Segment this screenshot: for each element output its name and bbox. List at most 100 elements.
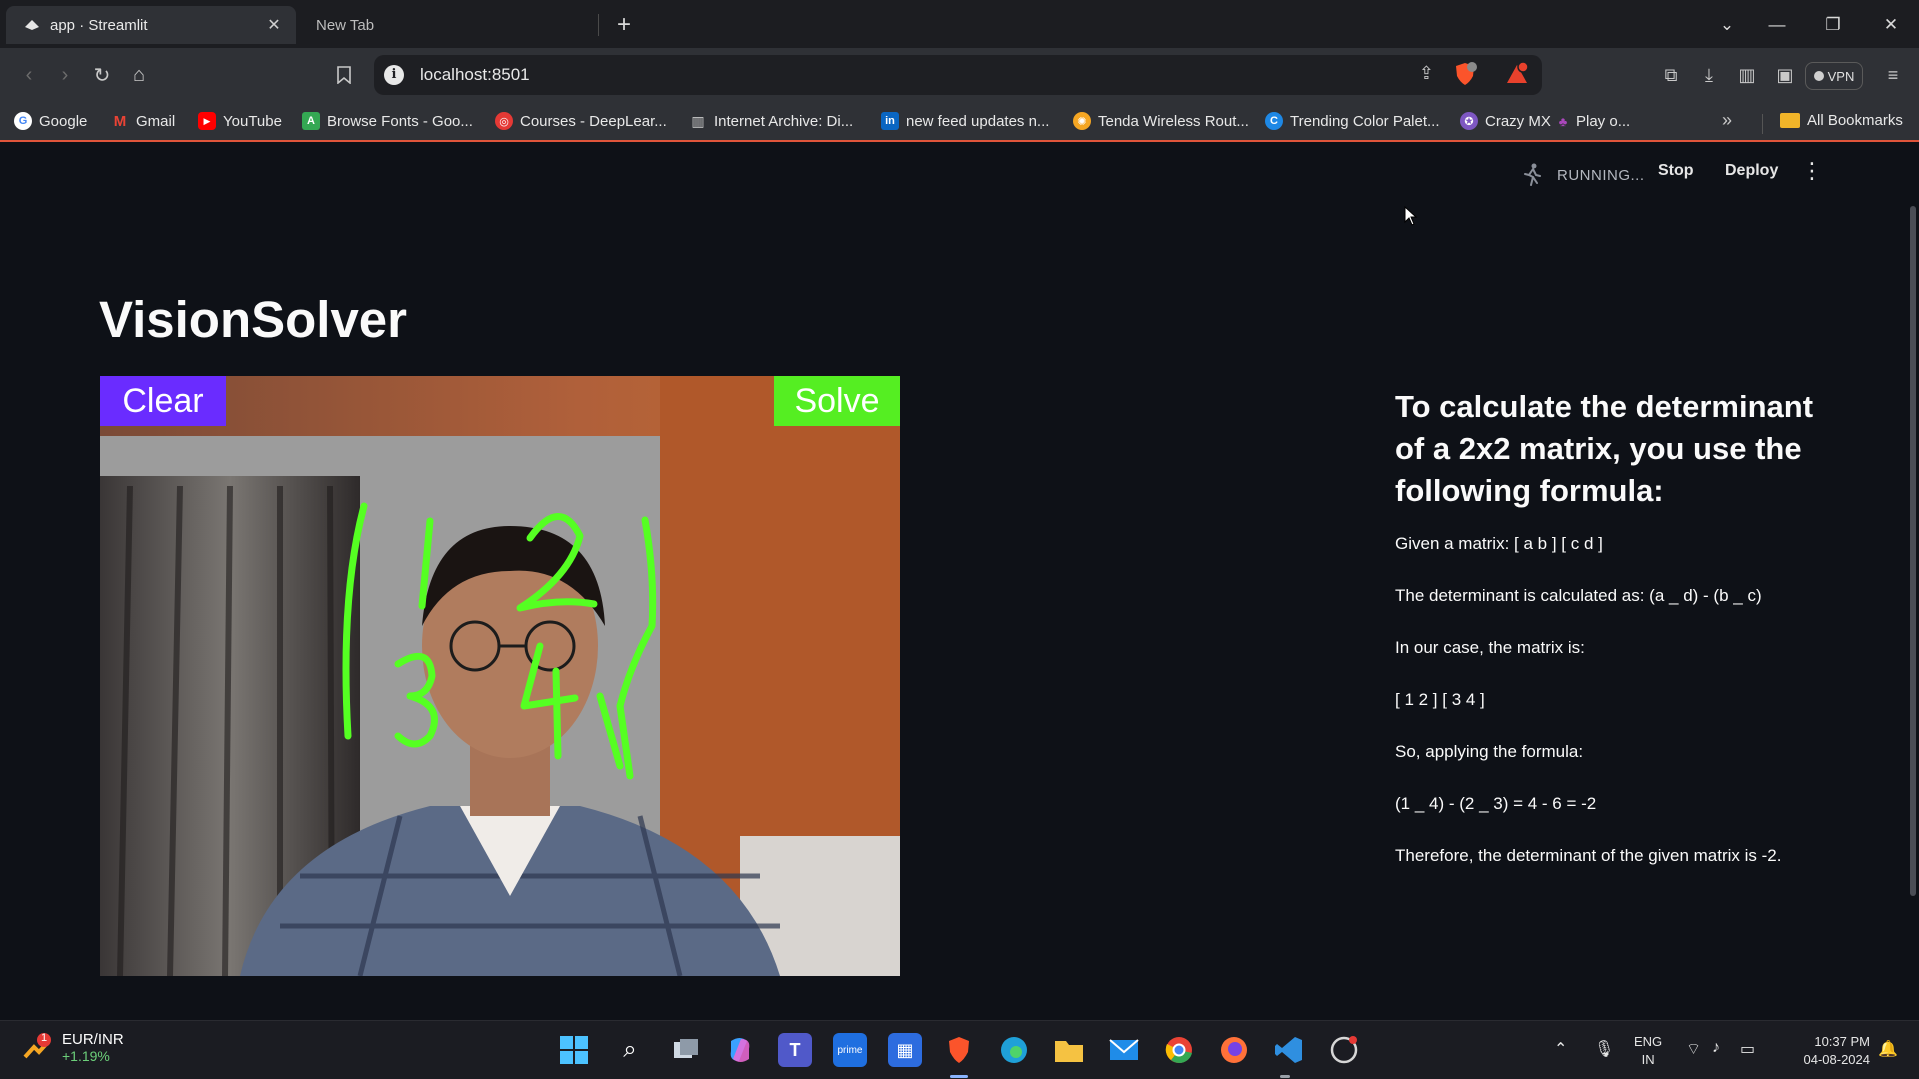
restore-icon[interactable]: ❐ <box>1818 10 1848 40</box>
running-app-indicator <box>1280 1075 1290 1078</box>
site-info-icon[interactable]: i <box>384 65 404 85</box>
share-icon[interactable]: ⇪ <box>1419 63 1434 84</box>
vscode-icon[interactable] <box>1272 1033 1306 1067</box>
solution-line: Given a matrix: [ a b ] [ c d ] <box>1395 534 1603 553</box>
bookmark-youtube[interactable]: ▶ YouTube <box>198 112 282 130</box>
address-bar[interactable]: i localhost:8501 ⇪ <box>374 55 1542 95</box>
deeplearning-icon: ◎ <box>495 112 513 130</box>
new-tab-icon[interactable]: + <box>611 12 637 38</box>
solution-line: So, applying the formula: <box>1395 742 1584 761</box>
tab-title: New Tab <box>316 16 375 34</box>
streamlit-icon <box>24 17 40 33</box>
bookmark-label: Tenda Wireless Rout... <box>1098 112 1249 130</box>
linkedin-icon: in <box>881 112 899 130</box>
brave-shields-icon[interactable] <box>1452 61 1478 87</box>
bookmark-play[interactable]: ♣ Play o... <box>1554 112 1630 130</box>
extensions-icon[interactable]: ⧉ <box>1656 60 1686 90</box>
bookmark-deeplearning[interactable]: ◎ Courses - DeepLear... <box>495 112 667 130</box>
chrome-icon[interactable] <box>1162 1033 1196 1067</box>
solve-button[interactable]: Solve <box>774 376 900 426</box>
back-icon[interactable]: ‹ <box>14 60 44 90</box>
bookmark-label: Trending Color Palet... <box>1290 112 1440 130</box>
ticker-badge: 1 <box>40 1031 48 1044</box>
clock-date: 04-08-2024 <box>1803 1052 1871 1067</box>
menu-icon[interactable]: ≡ <box>1878 60 1908 90</box>
tab-search-chevron-icon[interactable]: ⌄ <box>1712 10 1742 40</box>
bookmark-label: new feed updates n... <box>906 112 1050 130</box>
tab-streamlit-app[interactable]: app · Streamlit ✕ <box>6 6 296 44</box>
windows-start-icon[interactable] <box>557 1033 591 1067</box>
obs-icon[interactable] <box>1327 1033 1361 1067</box>
clear-button[interactable]: Clear <box>100 376 226 426</box>
bookmark-gmail[interactable]: M Gmail <box>111 112 175 130</box>
bookmark-label: Google <box>39 112 88 130</box>
forward-icon[interactable]: › <box>50 60 80 90</box>
wifi-icon[interactable]: ⌔ <box>1686 1039 1701 1059</box>
webcam-canvas[interactable]: Clear Solve <box>100 376 900 976</box>
gmail-icon: M <box>113 112 127 130</box>
copilot-icon[interactable] <box>723 1033 757 1067</box>
brave-browser-icon[interactable] <box>942 1033 976 1067</box>
mail-icon[interactable] <box>1107 1033 1141 1067</box>
close-tab-icon[interactable]: ✕ <box>264 15 284 35</box>
download-icon[interactable]: ⤓ <box>1694 60 1724 90</box>
notifications-bell-icon[interactable]: 🔔 <box>1878 1039 1898 1059</box>
streamlit-page: RUNNING... Stop Deploy ⋮ VisionSolver Cl… <box>0 144 1919 1020</box>
stock-ticker-widget[interactable]: 1 EUR/INR +1.19% <box>22 1031 124 1064</box>
teams-icon[interactable]: T <box>778 1033 812 1067</box>
url-text[interactable]: localhost:8501 <box>420 65 530 85</box>
store-icon[interactable]: ▦ <box>888 1033 922 1067</box>
bookmarks-overflow-icon[interactable]: » <box>1722 110 1732 131</box>
tab-title: app · Streamlit <box>50 16 148 34</box>
close-window-icon[interactable]: ✕ <box>1876 10 1906 40</box>
ticker-icon: 1 <box>22 1031 52 1063</box>
search-icon[interactable]: ⌕ <box>613 1033 647 1067</box>
tab-divider <box>598 14 599 36</box>
page-scrollbar[interactable] <box>1910 206 1916 896</box>
file-explorer-icon[interactable] <box>1052 1033 1086 1067</box>
vpn-button[interactable]: VPN <box>1805 62 1863 90</box>
microphone-icon[interactable]: 🎙 <box>1594 1039 1614 1059</box>
firefox-icon[interactable] <box>1217 1033 1251 1067</box>
solution-line: [ 1 2 ] [ 3 4 ] <box>1395 690 1485 709</box>
active-app-indicator <box>950 1075 968 1078</box>
minimize-icon[interactable]: — <box>1762 10 1792 40</box>
bookmark-google-fonts[interactable]: A Browse Fonts - Goo... <box>302 112 473 130</box>
solution-line: In our case, the matrix is: <box>1395 638 1585 657</box>
bookmark-coolors[interactable]: C Trending Color Palet... <box>1265 112 1440 130</box>
show-hidden-icons-chevron-icon[interactable]: ⌃ <box>1554 1039 1567 1059</box>
solution-line: The determinant is calculated as: (a _ d… <box>1395 586 1762 605</box>
all-bookmarks-folder[interactable]: All Bookmarks <box>1780 112 1903 129</box>
windows-taskbar: 1 EUR/INR +1.19% ⌕ T prime ▦ ⌃ 🎙 ENG IN … <box>0 1020 1919 1079</box>
language-code: ENG <box>1634 1034 1663 1049</box>
running-man-icon <box>1519 162 1545 188</box>
tab-new-tab[interactable]: New Tab <box>304 6 599 44</box>
home-icon[interactable]: ⌂ <box>124 60 154 90</box>
webcam-frame <box>100 376 900 976</box>
bookmark-linkedin[interactable]: in new feed updates n... <box>881 112 1049 130</box>
bookmark-google[interactable]: G Google <box>14 112 87 130</box>
google-icon: G <box>14 112 32 130</box>
volume-icon[interactable]: ♪ <box>1712 1039 1720 1057</box>
edge-icon[interactable] <box>997 1033 1031 1067</box>
sidebar-icon[interactable]: ▥ <box>1732 60 1762 90</box>
brave-rewards-icon[interactable] <box>1504 61 1530 87</box>
main-menu-icon[interactable]: ⋮ <box>1801 158 1823 184</box>
wallet-icon[interactable]: ▣ <box>1770 60 1800 90</box>
bookmark-internet-archive[interactable]: ▥ Internet Archive: Di... <box>689 112 853 130</box>
battery-icon[interactable]: ▭ <box>1740 1039 1755 1059</box>
vpn-status-icon <box>1813 71 1824 81</box>
prime-video-icon[interactable]: prime <box>833 1033 867 1067</box>
coolors-icon: C <box>1265 112 1283 130</box>
deploy-button[interactable]: Deploy <box>1725 162 1778 180</box>
task-view-icon[interactable] <box>669 1033 703 1067</box>
bookmark-crazy-mx[interactable]: ✪ Crazy MX <box>1460 112 1551 130</box>
language-indicator[interactable]: ENG IN <box>1634 1033 1662 1069</box>
stop-button[interactable]: Stop <box>1658 162 1694 180</box>
browser-tab-bar: app · Streamlit ✕ New Tab + ⌄ — ❐ ✕ <box>0 0 1919 48</box>
reload-icon[interactable]: ↻ <box>87 60 117 90</box>
bookmark-tenda[interactable]: ✺ Tenda Wireless Rout... <box>1073 112 1249 130</box>
system-clock[interactable]: 10:37 PM 04-08-2024 <box>1786 1033 1871 1069</box>
bookmark-label: All Bookmarks <box>1807 112 1903 129</box>
bookmark-icon[interactable] <box>329 60 359 90</box>
